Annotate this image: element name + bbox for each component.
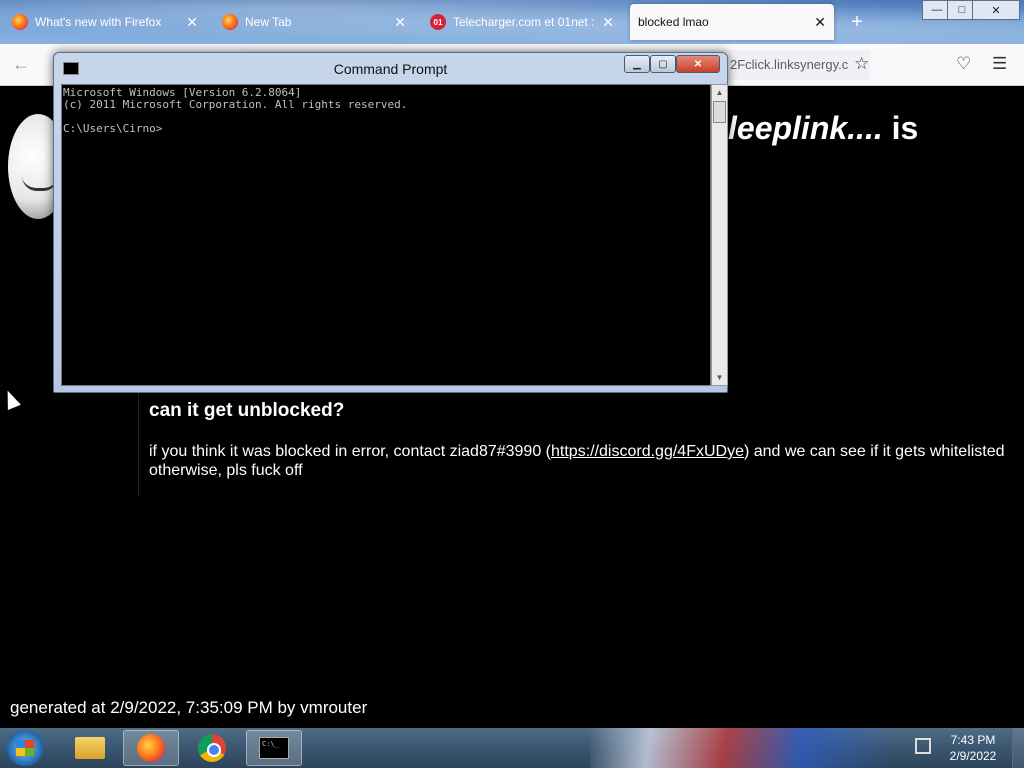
tab-label: What's new with Firefox — [35, 15, 162, 29]
scroll-thumb[interactable] — [713, 101, 726, 123]
cmd-close-button[interactable]: ✕ — [676, 55, 720, 73]
taskbar-file-explorer[interactable] — [62, 730, 118, 766]
close-window-button[interactable]: ✕ — [972, 0, 1020, 20]
new-tab-button[interactable]: + — [846, 12, 868, 34]
heading-text: leeplink.... — [728, 110, 892, 146]
cmd-prompt: C:\Users\Cirno> — [63, 122, 163, 135]
back-arrow-icon[interactable]: ← — [12, 54, 30, 75]
network-icon[interactable] — [915, 738, 931, 754]
cmd-icon: C:\_ — [259, 737, 289, 759]
cmd-line: (c) 2011 Microsoft Corporation. All righ… — [63, 98, 408, 111]
clock-date: 2/9/2022 — [949, 749, 997, 763]
cmd-console[interactable]: Microsoft Windows [Version 6.2.8064] (c)… — [61, 84, 711, 386]
bookmark-star-icon[interactable]: ☆ — [854, 54, 869, 74]
unblock-body: if you think it was blocked in error, co… — [149, 442, 1019, 480]
tab-close-icon[interactable]: ✕ — [394, 14, 406, 31]
tab-new-tab[interactable]: New Tab ✕ — [214, 6, 414, 38]
system-clock[interactable]: 7:43 PM 2/9/2022 — [944, 732, 1002, 764]
folder-icon — [75, 737, 105, 759]
taskbar-command-prompt[interactable]: C:\_ — [246, 730, 302, 766]
start-button[interactable] — [6, 730, 44, 766]
wallpaper-peek — [590, 728, 890, 768]
desktop: What's new with Firefox ✕ New Tab ✕ 01 T… — [0, 0, 1024, 768]
tab-close-icon[interactable]: ✕ — [186, 14, 198, 31]
cmd-scrollbar[interactable]: ▲ ▼ — [711, 84, 728, 386]
tab-label: Telecharger.com et 01net : Te — [453, 15, 597, 29]
command-prompt-window[interactable]: Command Prompt ▁ ▢ ✕ Microsoft Windows [… — [53, 52, 728, 393]
discord-link[interactable]: https://discord.gg/4FxUDye — [551, 443, 744, 460]
taskbar-chrome[interactable] — [184, 730, 240, 766]
tab-close-icon[interactable]: ✕ — [602, 14, 614, 31]
browser-tabstrip: What's new with Firefox ✕ New Tab ✕ 01 T… — [0, 0, 1024, 44]
body-text-before: if you think it was blocked in error, co… — [149, 443, 551, 460]
tab-close-icon[interactable]: ✕ — [814, 14, 826, 31]
tab-label: New Tab — [245, 15, 292, 29]
show-desktop-button[interactable] — [1012, 728, 1024, 768]
heading-is: is — [891, 110, 919, 146]
clock-time: 7:43 PM — [950, 733, 996, 747]
body-text-after: ) and we can see if it gets whitelisted — [743, 443, 1005, 460]
scroll-up-arrow-icon[interactable]: ▲ — [712, 85, 727, 100]
01net-icon: 01 — [430, 14, 446, 30]
taskbar-firefox[interactable] — [123, 730, 179, 766]
scroll-down-arrow-icon[interactable]: ▼ — [712, 370, 727, 385]
unblock-heading: can it get unblocked? — [149, 400, 345, 421]
chrome-icon — [198, 734, 226, 762]
cmd-minimize-button[interactable]: ▁ — [624, 55, 650, 73]
pocket-icon[interactable]: ♡ — [956, 54, 971, 74]
cmd-maximize-button[interactable]: ▢ — [650, 55, 676, 73]
firefox-icon — [12, 14, 28, 30]
tab-whats-new[interactable]: What's new with Firefox ✕ — [4, 6, 206, 38]
menu-icon[interactable]: ☰ — [992, 54, 1007, 74]
page-heading: leeplink.... is — [728, 110, 918, 147]
firefox-icon — [222, 14, 238, 30]
tab-label: blocked lmao — [638, 15, 709, 29]
body-text-line2: otherwise, pls fuck off — [149, 462, 303, 479]
taskbar: C:\_ 7:43 PM 2/9/2022 — [0, 728, 1024, 768]
cmd-output: Microsoft Windows [Version 6.2.8064] (c)… — [62, 85, 710, 137]
firefox-icon — [137, 734, 165, 762]
tab-telecharger[interactable]: 01 Telecharger.com et 01net : Te ✕ — [422, 6, 622, 38]
generated-footer: generated at 2/9/2022, 7:35:09 PM by vmr… — [10, 698, 368, 717]
tab-blocked[interactable]: blocked lmao ✕ — [630, 4, 834, 40]
